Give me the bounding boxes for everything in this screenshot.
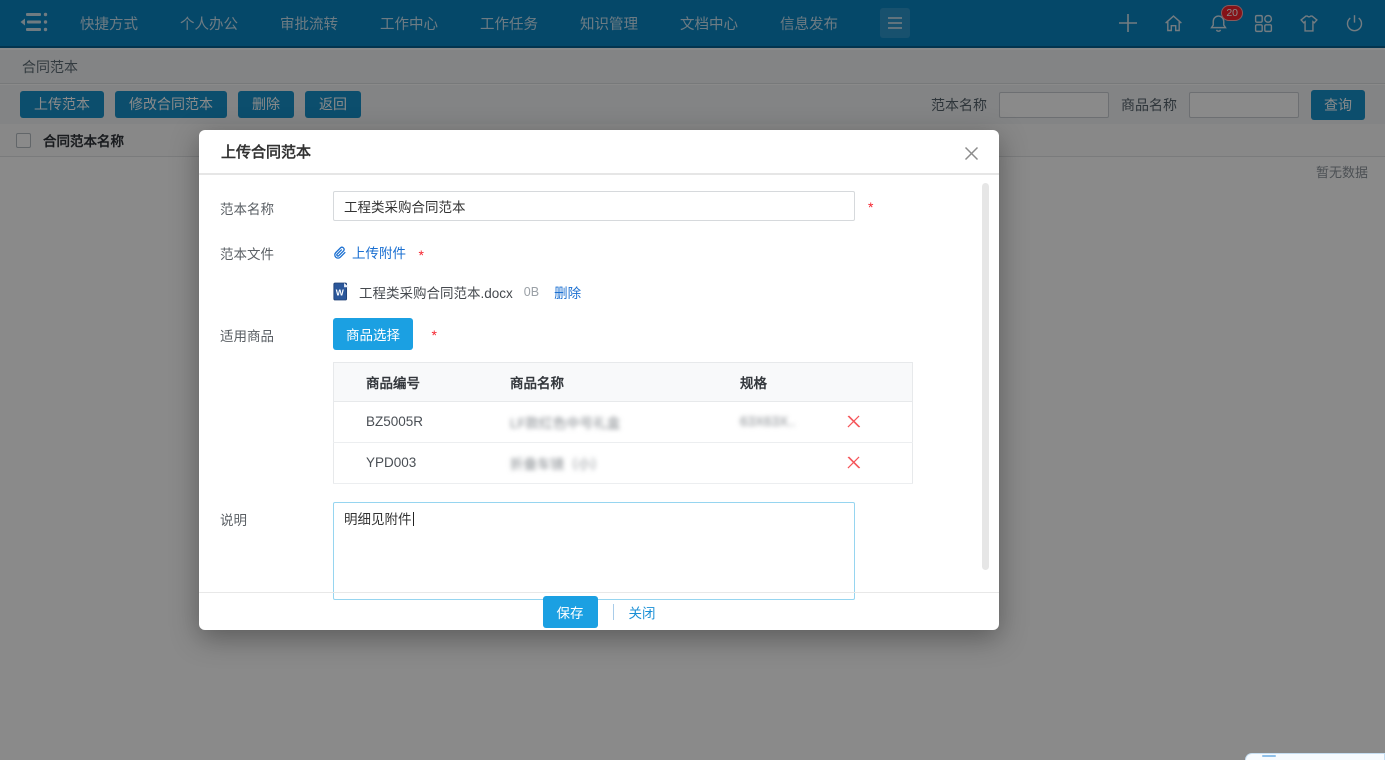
col-actions (836, 362, 913, 401)
modal-scrollbar-thumb[interactable] (982, 183, 989, 570)
row-actions-cell (836, 401, 913, 442)
product-name-cell: LF款红色中号礼盒 (502, 401, 732, 442)
spec-cell: 63X63X.. (732, 401, 836, 442)
note-field-row: 说明 明细见附件 (220, 502, 975, 600)
field-label-template-name: 范本名称 (220, 191, 333, 218)
products-table-header: 商品编号 商品名称 规格 (334, 362, 913, 401)
field-label-applicable-products: 适用商品 (220, 318, 333, 345)
file-name: 工程类采购合同范本.docx (359, 282, 513, 302)
products-field-control: 商品选择 * 商品编号 商品名称 规格 (333, 318, 913, 484)
note-text: 明细见附件 (344, 512, 412, 527)
product-code-cell: YPD003 (334, 442, 503, 483)
paperclip-icon (333, 245, 347, 260)
modal-close-button[interactable] (960, 142, 983, 165)
required-asterisk: * (868, 191, 873, 215)
required-asterisk: * (431, 327, 436, 343)
word-file-icon: W (333, 282, 350, 301)
row-actions-cell (836, 442, 913, 483)
col-spec: 规格 (732, 362, 836, 401)
product-code-cell: BZ5005R (334, 401, 503, 442)
close-icon (964, 146, 979, 161)
product-select-button[interactable]: 商品选择 (333, 318, 413, 350)
remove-x-icon (846, 414, 861, 429)
app-window: 快捷方式 个人办公 审批流转 工作中心 工作任务 知识管理 文档中心 信息发布 (0, 0, 1385, 760)
upload-attachment-link[interactable]: 上传附件 (333, 236, 406, 262)
upload-attachment-label: 上传附件 (352, 242, 406, 262)
spec-cell (732, 442, 836, 483)
uploaded-file-row: W 工程类采购合同范本.docx 0B 删除 (333, 282, 581, 302)
template-file-field-row: 范本文件 上传附件 * W (220, 236, 975, 302)
svg-text:W: W (336, 288, 345, 298)
redacted-product-name: LF款红色中号礼盒 (510, 416, 620, 431)
file-field-control: 上传附件 * W 工程类采购合同范本.docx 0B 删除 (333, 236, 581, 302)
modal-footer: 保存 关闭 (199, 592, 999, 630)
required-asterisk: * (418, 247, 423, 263)
selected-products-table: 商品编号 商品名称 规格 BZ5005R LF款红色中号礼盒 63X63X.. (333, 362, 913, 484)
remove-product-button[interactable] (844, 453, 863, 472)
modal-header: 上传合同范本 (199, 130, 999, 175)
text-caret (413, 512, 414, 526)
upload-template-modal: 上传合同范本 范本名称 * 范本文件 上传附件 (199, 130, 999, 630)
col-product-name: 商品名称 (502, 362, 732, 401)
remove-x-icon (846, 455, 861, 470)
product-name-cell: 折叠车镜（小） (502, 442, 732, 483)
table-row: YPD003 折叠车镜（小） (334, 442, 913, 483)
close-link[interactable]: 关闭 (629, 602, 656, 622)
redacted-product-name: 折叠车镜（小） (510, 457, 605, 472)
template-name-field-row: 范本名称 * (220, 191, 975, 221)
field-label-note: 说明 (220, 502, 333, 529)
modal-title: 上传合同范本 (221, 141, 311, 162)
file-delete-link[interactable]: 删除 (554, 282, 581, 302)
field-label-template-file: 范本文件 (220, 236, 333, 263)
modal-template-name-input[interactable] (333, 191, 855, 221)
save-button[interactable]: 保存 (543, 596, 598, 628)
applicable-products-field-row: 适用商品 商品选择 * 商品编号 商品名称 规格 (220, 318, 975, 484)
table-row: BZ5005R LF款红色中号礼盒 63X63X.. (334, 401, 913, 442)
footer-separator (613, 604, 614, 620)
note-textarea[interactable]: 明细见附件 (333, 502, 855, 600)
file-size: 0B (524, 285, 539, 299)
widget-accent (1262, 755, 1276, 757)
redacted-spec: 63X63X.. (740, 414, 796, 429)
remove-product-button[interactable] (844, 412, 863, 431)
floating-widget[interactable] (1245, 753, 1385, 760)
col-product-code: 商品编号 (334, 362, 503, 401)
modal-body: 范本名称 * 范本文件 上传附件 * (199, 175, 999, 600)
